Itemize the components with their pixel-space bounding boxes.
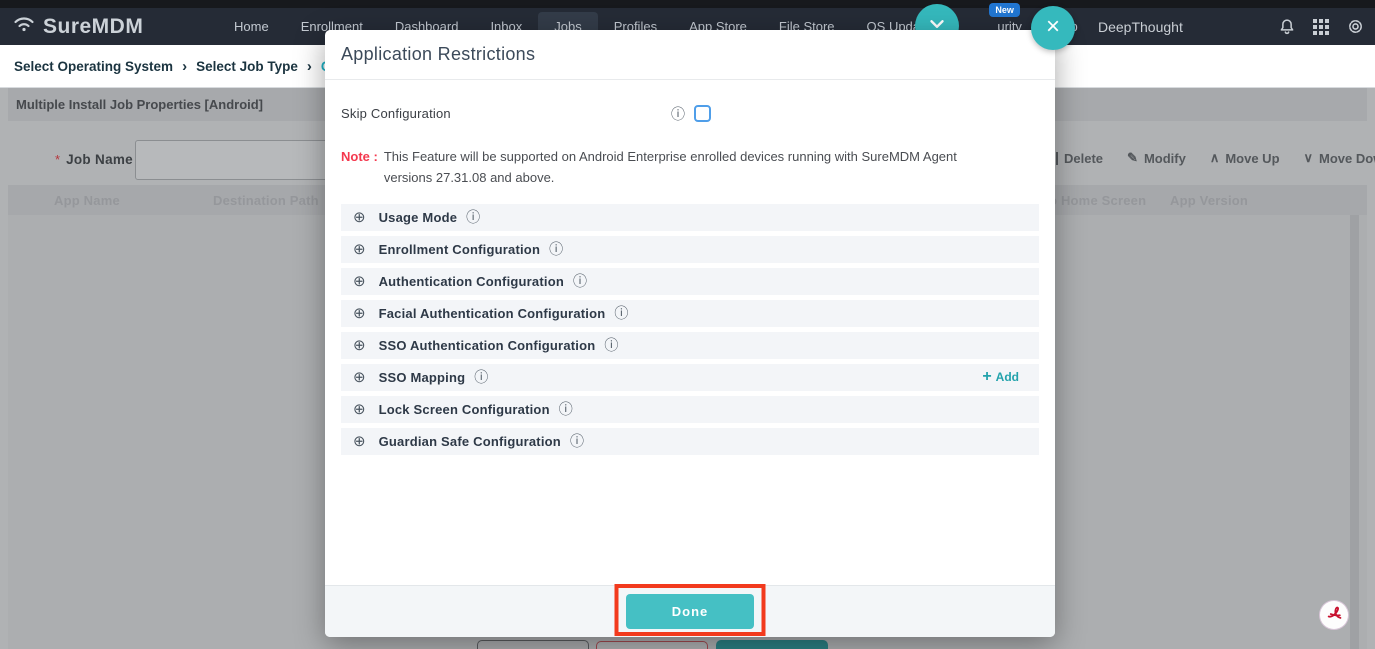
expand-icon[interactable]: ⊕ <box>353 306 366 321</box>
required-asterisk: * <box>55 152 60 167</box>
job-name-row: * Job Name <box>55 152 133 167</box>
skip-configuration-label: Skip Configuration <box>341 106 671 121</box>
expand-icon[interactable]: ⊕ <box>353 402 366 417</box>
section-lock-screen-configuration[interactable]: ⊕ Lock Screen Configuration ⓘ <box>341 396 1039 423</box>
nav-item-home[interactable]: Home <box>218 12 285 41</box>
background-button-middle[interactable] <box>596 641 708 649</box>
note: Note : This Feature will be supported on… <box>341 146 1039 189</box>
expand-icon[interactable]: ⊕ <box>353 274 366 289</box>
expand-icon[interactable]: ⊕ <box>353 434 366 449</box>
modal-title: Application Restrictions <box>341 44 535 65</box>
modal-body: Skip Configuration ⓘ Note : This Feature… <box>325 105 1055 455</box>
section-guardian-safe-configuration[interactable]: ⊕ Guardian Safe Configuration ⓘ <box>341 428 1039 455</box>
modify-button[interactable]: ✎ Modify <box>1127 150 1186 166</box>
modal-close-button[interactable]: × <box>1031 6 1075 50</box>
plus-icon: + <box>982 369 991 385</box>
application-restrictions-modal: Application Restrictions Skip Configurat… <box>325 30 1055 637</box>
info-icon[interactable]: ⓘ <box>604 338 618 352</box>
delete-button[interactable]: Delete <box>1056 151 1103 166</box>
section-usage-mode[interactable]: ⊕ Usage Mode ⓘ <box>341 204 1039 231</box>
section-enrollment-configuration[interactable]: ⊕ Enrollment Configuration ⓘ <box>341 236 1039 263</box>
background-button-left[interactable] <box>477 640 589 649</box>
modal-footer: Done <box>325 585 1055 637</box>
table-header-destination-path: Destination Path <box>213 193 319 208</box>
brand-name: SureMDM <box>43 15 143 39</box>
add-button[interactable]: + Add <box>982 369 1027 385</box>
info-icon[interactable]: ⓘ <box>570 434 584 448</box>
modal-header: Application Restrictions <box>325 30 1055 80</box>
skip-configuration-checkbox[interactable] <box>694 105 711 122</box>
breadcrumb-item-job-type[interactable]: Select Job Type <box>196 59 298 74</box>
done-button[interactable]: Done <box>626 594 754 629</box>
section-sso-mapping[interactable]: ⊕ SSO Mapping ⓘ + Add <box>341 364 1039 391</box>
info-icon[interactable]: ⓘ <box>474 370 488 384</box>
section-authentication-configuration[interactable]: ⊕ Authentication Configuration ⓘ <box>341 268 1039 295</box>
info-icon[interactable]: ⓘ <box>559 402 573 416</box>
apps-grid-icon[interactable] <box>1313 19 1329 35</box>
chevron-right-icon: › <box>182 58 187 75</box>
pencil-icon: ✎ <box>1127 150 1138 166</box>
expand-icon[interactable]: ⊕ <box>353 370 366 385</box>
expand-icon[interactable]: ⊕ <box>353 242 366 257</box>
new-badge: New <box>989 3 1020 17</box>
bell-icon[interactable] <box>1278 17 1296 36</box>
info-icon[interactable]: ⓘ <box>466 210 480 224</box>
table-header-app-version: App Version <box>1170 193 1248 208</box>
info-icon[interactable]: ⓘ <box>549 242 563 256</box>
acrobat-icon <box>1326 604 1343 626</box>
user-menu[interactable]: DeepThought <box>1098 8 1183 45</box>
table-scrollbar[interactable] <box>1350 215 1359 649</box>
move-down-button[interactable]: ∨ Move Down <box>1304 150 1375 166</box>
background-button-right[interactable] <box>716 640 828 649</box>
brand[interactable]: SureMDM <box>12 14 143 39</box>
screen: SureMDM Home Enrollment Dashboard Inbox … <box>0 0 1375 649</box>
delete-icon <box>1056 152 1058 165</box>
grid-toolbar: Delete ✎ Modify ∧ Move Up ∨ Move Down <box>1056 150 1375 166</box>
panel-title: Multiple Install Job Properties [Android… <box>16 97 263 112</box>
note-text: This Feature will be supported on Androi… <box>384 146 984 189</box>
close-icon: × <box>1046 15 1060 39</box>
job-name-label: Job Name <box>66 152 133 167</box>
chevron-right-icon: › <box>307 58 312 75</box>
gear-icon[interactable] <box>1346 17 1365 36</box>
table-header-add-to-home-screen: o Home Screen <box>1049 193 1146 208</box>
window-top-strip <box>0 0 1375 8</box>
caret-up-icon: ∧ <box>1210 150 1220 166</box>
info-icon[interactable]: ⓘ <box>614 306 628 320</box>
move-up-button[interactable]: ∧ Move Up <box>1210 150 1280 166</box>
note-label: Note : <box>341 146 378 189</box>
info-icon[interactable]: ⓘ <box>573 274 587 288</box>
wifi-icon <box>12 14 36 39</box>
info-icon[interactable]: ⓘ <box>671 107 685 121</box>
section-sso-authentication-configuration[interactable]: ⊕ SSO Authentication Configuration ⓘ <box>341 332 1039 359</box>
caret-down-icon: ∨ <box>1304 150 1314 166</box>
navbar-icons <box>1278 8 1365 45</box>
configuration-sections: ⊕ Usage Mode ⓘ ⊕ Enrollment Configuratio… <box>341 204 1039 455</box>
section-facial-authentication-configuration[interactable]: ⊕ Facial Authentication Configuration ⓘ <box>341 300 1039 327</box>
table-header-app-name: App Name <box>54 193 120 208</box>
expand-icon[interactable]: ⊕ <box>353 338 366 353</box>
pdf-export-button[interactable] <box>1320 601 1348 629</box>
skip-configuration-row: Skip Configuration ⓘ <box>341 105 1039 122</box>
expand-icon[interactable]: ⊕ <box>353 210 366 225</box>
breadcrumb-item-os[interactable]: Select Operating System <box>14 59 173 74</box>
